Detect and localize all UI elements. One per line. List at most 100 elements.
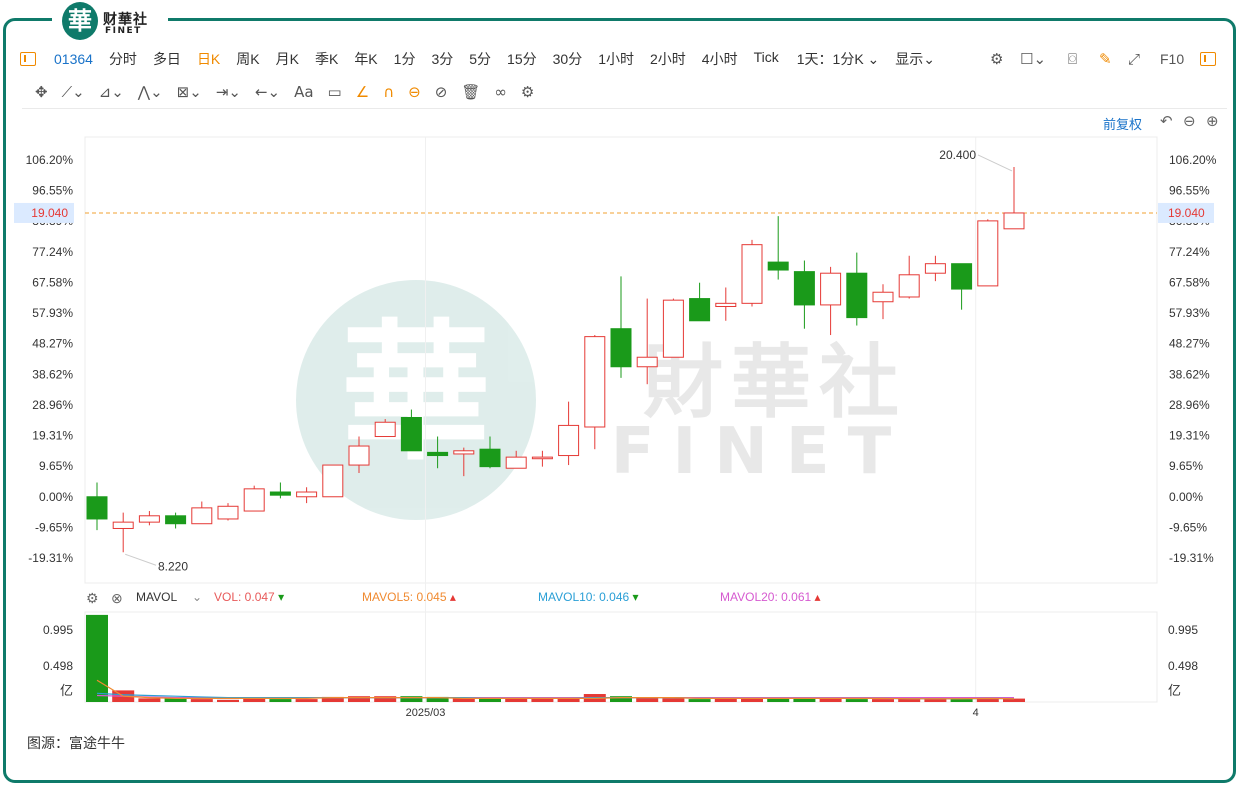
candle-body [951, 263, 973, 290]
volume-unit-left: 亿 [60, 684, 73, 699]
volume-bar [295, 699, 318, 702]
y-tick-left: 106.20% [26, 153, 74, 167]
candle-body [610, 328, 632, 368]
volume-bar [662, 698, 685, 702]
vol-text: VOL: 0.047 [214, 590, 275, 604]
mavol5-text: MAVOL5: 0.045 [362, 590, 447, 604]
y-tick-right: 57.93% [1169, 306, 1210, 320]
down-arrow-icon: ▾ [278, 590, 285, 604]
candle-body [872, 291, 894, 303]
candle-body [374, 421, 396, 438]
y-tick-left: 19.31% [32, 429, 73, 443]
volume-bar [269, 699, 292, 702]
mavol10-text: MAVOL10: 0.046 [538, 590, 630, 604]
volume-panel-border [84, 611, 1158, 703]
candle-body [689, 298, 711, 322]
y-tick-left: 38.62% [32, 367, 73, 381]
y-tick-right: 9.65% [1169, 459, 1203, 473]
y-tick-right: 48.27% [1169, 337, 1210, 351]
volume-bar [138, 698, 161, 702]
candle-body [296, 491, 318, 498]
y-tick-right: 67.58% [1169, 275, 1210, 289]
y-tick-left: 96.55% [32, 184, 73, 198]
volume-bar [950, 699, 973, 702]
y-tick-left: 77.24% [32, 245, 73, 259]
candle-body [269, 491, 291, 496]
price-label-left: 19.040 [31, 206, 68, 220]
finet-logo: 華 财華社 FINET [52, 0, 168, 42]
logo-emblem: 華 [62, 2, 98, 40]
candle-body [584, 336, 606, 428]
low-price-label: 8.220 [158, 559, 188, 573]
candle-body [662, 299, 684, 358]
high-price-label: 20.400 [939, 148, 976, 162]
mavol5-line [96, 679, 1015, 700]
y-tick-right: -9.65% [1169, 520, 1207, 534]
low-label-leader [125, 553, 157, 566]
volume-tick-right: 0.995 [1168, 623, 1198, 637]
volume-bar [688, 699, 711, 702]
candle-body [479, 448, 501, 468]
image-source: 图源：富途牛牛 [27, 735, 125, 751]
candle-body [191, 507, 213, 525]
y-tick-right: -19.31% [1169, 551, 1214, 565]
y-tick-left: -19.31% [28, 551, 73, 565]
candle-body [820, 272, 842, 306]
watermark-text-en: FINET [611, 415, 909, 489]
volume-unit-right: 亿 [1168, 684, 1181, 699]
candlestick-chart[interactable]: 華財華社FINET106.20%106.20%96.55%96.55%86.89… [0, 0, 1239, 805]
volume-bar [190, 699, 213, 702]
y-tick-left: 28.96% [32, 398, 73, 412]
candle-body [846, 272, 868, 319]
volume-bar [872, 699, 894, 702]
high-label-leader [977, 154, 1013, 172]
candle-body [217, 505, 239, 520]
volume-bar [86, 614, 108, 702]
volume-tick-left: 0.498 [43, 659, 73, 673]
candle-body [165, 515, 187, 525]
y-tick-right: 0.00% [1169, 490, 1203, 504]
indicator-name[interactable]: MAVOL [136, 590, 177, 604]
candle-body [112, 521, 134, 529]
vol-value: VOL: 0.047 ▾ [214, 590, 284, 604]
y-tick-left: 57.93% [32, 306, 73, 320]
candle-body [558, 424, 580, 457]
candle-body [348, 445, 370, 466]
y-tick-left: 48.27% [32, 337, 73, 351]
volume-bar [217, 699, 239, 702]
volume-bar [845, 699, 868, 702]
candle-body [531, 456, 553, 460]
candle-body [715, 302, 737, 308]
y-tick-right: 77.24% [1169, 245, 1210, 259]
candle-body [86, 496, 108, 520]
price-label-right: 19.040 [1168, 206, 1205, 220]
volume-bar [636, 697, 659, 702]
candle-body [400, 416, 422, 452]
candle-body [1003, 212, 1025, 230]
y-tick-left: -9.65% [35, 520, 73, 534]
mavol20-text: MAVOL20: 0.061 [720, 590, 812, 604]
volume-close-icon[interactable]: ⊗ [111, 590, 123, 607]
x-tick-label: 4 [973, 707, 979, 719]
up-arrow-icon: ▴ [449, 590, 456, 604]
candle-body [741, 244, 763, 304]
y-tick-right: 19.31% [1169, 429, 1210, 443]
candle-body [243, 488, 265, 512]
mavol5-value: MAVOL5: 0.045 ▴ [362, 590, 456, 604]
mavol10-value: MAVOL10: 0.046 ▾ [538, 590, 639, 604]
candle-body [453, 450, 475, 455]
candle-body [322, 464, 344, 498]
volume-tick-left: 0.995 [43, 623, 73, 637]
candle-body [138, 515, 160, 523]
y-tick-left: 0.00% [39, 490, 73, 504]
candle-body [636, 356, 658, 368]
candle-body [427, 451, 449, 457]
candle-body [793, 271, 815, 306]
up-arrow-icon: ▴ [814, 590, 821, 604]
down-arrow-icon: ▾ [632, 590, 639, 604]
candle-body [924, 263, 946, 274]
volume-settings-icon[interactable]: ⚙ [86, 590, 99, 607]
indicator-dropdown-icon[interactable]: ⌄ [192, 590, 202, 604]
y-tick-left: 67.58% [32, 275, 73, 289]
candle-body [898, 274, 920, 298]
